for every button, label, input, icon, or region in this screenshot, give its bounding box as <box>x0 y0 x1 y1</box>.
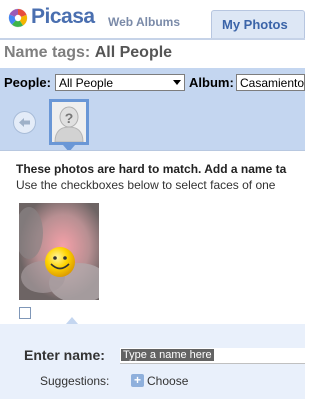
info-heading: These photos are hard to match. Add a na… <box>16 162 287 176</box>
unknown-face-frame: ? <box>52 102 86 143</box>
enter-name-label: Enter name: <box>24 347 105 363</box>
page-title: Name tags: All People <box>4 44 172 62</box>
face-photo[interactable] <box>19 203 99 300</box>
svg-text:?: ? <box>65 110 74 126</box>
chevron-down-icon <box>173 80 181 85</box>
unknown-person-icon: ? <box>54 106 84 143</box>
page-title-value: All People <box>94 44 173 61</box>
back-arrow-icon <box>19 118 30 127</box>
unknown-face-thumbnail[interactable]: ? <box>49 99 89 145</box>
face-photo-image <box>19 203 99 300</box>
logo-subtitle: Web Albums <box>108 15 181 29</box>
tab-my-photos[interactable]: My Photos <box>211 10 305 39</box>
suggestions-label: Suggestions: <box>40 374 110 388</box>
album-select-value: Casamiento <box>240 76 305 90</box>
header-divider <box>0 38 305 40</box>
album-label: Album: <box>189 75 234 90</box>
face-select-checkbox[interactable] <box>19 307 31 319</box>
people-select[interactable]: All People <box>55 74 185 91</box>
face-strip <box>0 98 305 150</box>
name-input[interactable]: Type a name here <box>120 348 305 364</box>
back-button[interactable] <box>13 111 36 134</box>
people-select-value: All People <box>59 76 114 90</box>
choose-link[interactable]: Choose <box>147 374 188 388</box>
picasa-logo-icon <box>8 8 28 28</box>
logo-text: Picasa <box>31 5 95 28</box>
page-title-prefix: Name tags: <box>4 44 91 61</box>
plus-icon[interactable]: + <box>131 374 144 387</box>
album-select[interactable]: Casamiento <box>236 74 305 91</box>
info-instructions: Use the checkboxes below to select faces… <box>16 178 276 192</box>
name-input-placeholder: Type a name here <box>121 349 214 361</box>
people-label: People: <box>4 75 51 90</box>
name-box-pointer <box>66 317 78 324</box>
